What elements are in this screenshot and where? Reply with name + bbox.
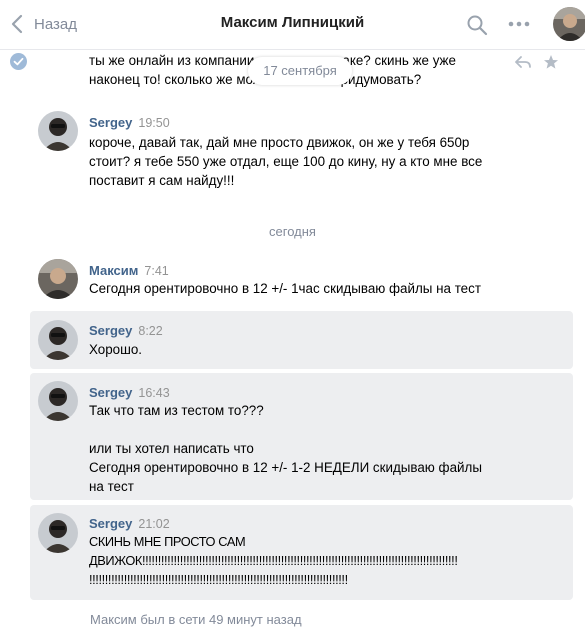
message-author[interactable]: Sergey 8:22 [89,323,163,338]
message-item[interactable]: Sergey 8:22 Хорошо. [30,311,573,369]
author-name[interactable]: Максим [89,263,138,278]
author-name[interactable]: Sergey [89,115,132,130]
author-name[interactable]: Sergey [89,385,132,400]
message-author[interactable]: Sergey 19:50 [89,115,170,130]
message-author[interactable]: Sergey 16:43 [89,385,170,400]
author-name[interactable]: Sergey [89,516,132,531]
contact-avatar[interactable] [553,7,585,41]
date-separator: сегодня [269,224,316,239]
message-text: СКИНЬ МНЕ ПРОСТО САМ ДВИЖОК!!!!!!!!!!!!!… [89,534,458,587]
message-author[interactable]: Sergey 21:02 [89,516,170,531]
avatar[interactable] [38,259,78,299]
message-time: 8:22 [138,324,163,338]
message-text: Так что там из тестом то??? или ты хотел… [89,403,482,494]
message-time: 19:50 [138,116,170,130]
more-dots-icon[interactable] [507,16,531,32]
avatar[interactable] [38,111,78,151]
message-text: короче, давай так, дай мне просто движок… [89,135,483,188]
message-item[interactable]: Sergey 16:43 Так что там из тестом то??? … [30,373,573,500]
online-status: Максим был в сети 49 минут назад [90,612,302,627]
star-icon[interactable] [543,54,559,70]
search-icon[interactable] [466,14,488,36]
author-name[interactable]: Sergey [89,323,132,338]
reply-icon[interactable] [515,55,531,69]
date-pill: 17 сентября [248,57,352,85]
message-time: 16:43 [138,386,170,400]
message-text: Хорошо. [89,342,143,357]
chat-title[interactable]: Максим Липницкий [0,14,585,31]
avatar[interactable] [38,381,78,421]
message-text: Сегодня орентировочно в 12 +/- 1час скид… [89,281,481,296]
message-item[interactable]: Максим 7:41 Сегодня орентировочно в 12 +/… [30,256,573,306]
message-author[interactable]: Максим 7:41 [89,263,169,278]
avatar[interactable] [38,320,78,360]
message-time: 7:41 [144,264,169,278]
avatar[interactable] [38,513,78,553]
message-time: 21:02 [138,517,170,531]
chat-header: Назад Максим Липницкий [0,0,585,50]
message-item[interactable]: Sergey 21:02 СКИНЬ МНЕ ПРОСТО САМ ДВИЖОК!… [30,505,573,600]
check-circle-icon [10,53,27,70]
message-item[interactable]: Sergey 19:50 короче, давай так, дай мне п… [30,108,573,196]
